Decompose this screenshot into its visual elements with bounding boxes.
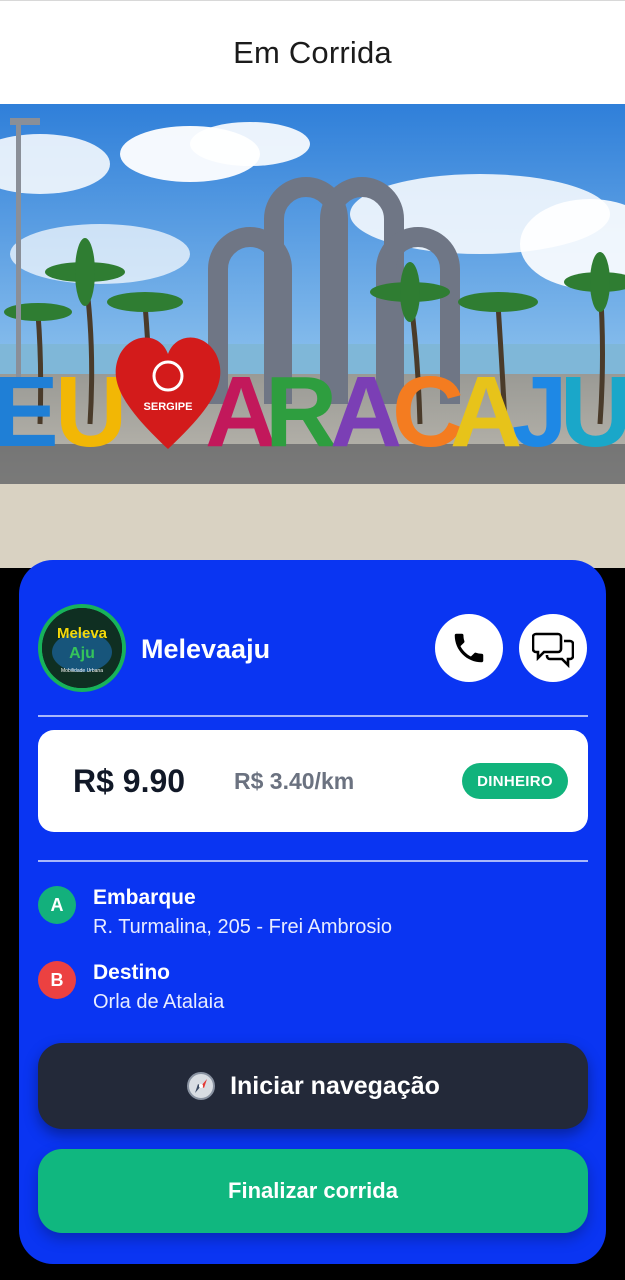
compass-icon (187, 1072, 216, 1100)
avatar-tagline: Mobilidade Urbana (61, 668, 103, 674)
pickup-marker: A (38, 886, 76, 924)
finish-ride-button[interactable]: Finalizar corrida (38, 1149, 588, 1233)
pickup-address: R. Turmalina, 205 - Frei Ambrosio (93, 916, 392, 938)
avatar-brand-bottom: Aju (69, 645, 95, 662)
phone-icon (454, 633, 484, 663)
start-navigation-label: Iniciar navegação (230, 1071, 440, 1100)
top-bar: Em Corrida (0, 0, 625, 104)
pickup-stop: A Embarque R. Turmalina, 205 - Frei Ambr… (38, 880, 588, 940)
dropoff-title: Destino (93, 961, 171, 984)
city-banner-image: E U A R A C A J U SERGIPE (0, 104, 625, 568)
dropoff-address: Orla de Atalaia (93, 991, 225, 1013)
finish-ride-label: Finalizar corrida (228, 1178, 398, 1203)
divider (38, 715, 588, 717)
fare-total: R$ 9.90 (73, 763, 186, 799)
driver-avatar: Meleva Aju Mobilidade Urbana (38, 604, 126, 692)
pickup-title: Embarque (93, 886, 196, 909)
payment-method-badge: DINHEIRO (462, 763, 568, 799)
page-title: Em Corrida (233, 34, 392, 70)
chat-icon (532, 632, 574, 668)
dropoff-stop: B Destino Orla de Atalaia (38, 955, 588, 1015)
svg-text:R: R (265, 356, 337, 468)
svg-text:U: U (560, 356, 625, 468)
app-screen: Em Corrida E U A R A C A J U SERGIPE Mel… (0, 0, 625, 1280)
call-driver-button[interactable] (435, 614, 503, 682)
fare-summary: R$ 9.90 R$ 3.40/km DINHEIRO (38, 730, 588, 832)
divider (38, 860, 588, 862)
fare-per-km: R$ 3.40/km (234, 768, 355, 794)
driver-row: Meleva Aju Mobilidade Urbana Melevaaju (38, 604, 588, 692)
avatar-brand-top: Meleva (57, 625, 108, 642)
start-navigation-button[interactable]: Iniciar navegação (38, 1043, 588, 1129)
ride-card: Meleva Aju Mobilidade Urbana Melevaaju R… (19, 560, 606, 1264)
dropoff-marker: B (38, 961, 76, 999)
chat-driver-button[interactable] (519, 614, 587, 682)
svg-text:E: E (0, 356, 59, 468)
driver-name: Melevaaju (141, 634, 271, 664)
heart-sign-text: SERGIPE (144, 401, 193, 413)
